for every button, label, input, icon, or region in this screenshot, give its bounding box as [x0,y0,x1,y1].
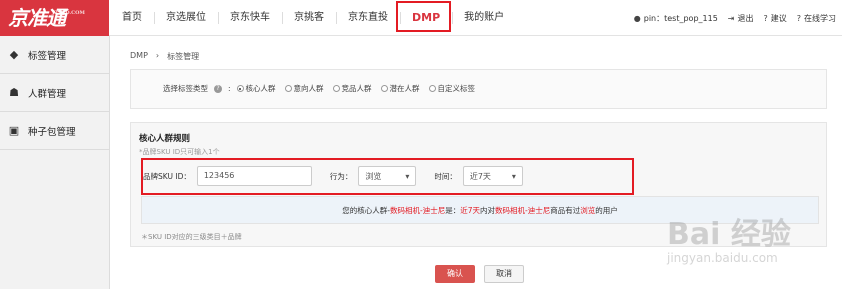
radio-label: 核心人群 [245,84,276,93]
user-info: ● pin：test_pop_115 [634,13,718,24]
logout-icon: ⇥ [727,13,735,23]
users-icon: ☗ [9,86,19,99]
briefcase-icon: ▣ [8,124,20,137]
tag-type-label: 选择标签类型 [163,84,208,93]
desc-text: 内对 [480,206,495,215]
radio-label: 自定义标签 [437,84,476,93]
desc-highlight: 近7天 [460,206,480,215]
radio-core[interactable]: 核心人群 [236,83,276,94]
desc-text: 您的核心人群- [342,206,390,215]
help-icon[interactable]: ? [214,84,222,93]
breadcrumb: DMP › 标签管理 [130,51,199,62]
radio-dot [236,85,244,92]
sidebar-item-label: 种子包管理 [28,126,76,138]
suggest-link[interactable]: ? 建议 [764,13,787,24]
confirm-button[interactable]: 确认 [435,265,475,283]
radio-dot [428,85,436,92]
radio-competitor[interactable]: 竞品人群 [332,83,372,94]
user-area: ● pin：test_pop_115 ⇥ 退出 ? 建议 ? 在线学习 [634,0,836,36]
desc-text: 是： [445,206,461,215]
radio-potential[interactable]: 潜在人群 [380,83,420,94]
main-nav: 首页 京选展位 京东快车 京挑客 京东直投 DMP 我的账户 [110,0,516,36]
nav-zhitou[interactable]: 京东直投 [336,0,400,36]
help-icon: ? [763,13,768,23]
radio-dot [332,85,340,92]
learn-label: 在线学习 [804,13,836,23]
sku-note: ＊SKU ID对应的三级类目＋品牌 [141,233,242,241]
desc-highlight: 浏览 [580,206,596,215]
radio-label: 意向人群 [293,84,324,93]
rule-title: 核心人群规则 [139,134,191,144]
radio-label: 潜在人群 [389,84,420,93]
user-pin: pin：test_pop_115 [643,13,718,23]
dmp-highlight-box [396,1,451,32]
breadcrumb-root[interactable]: DMP [130,51,148,62]
breadcrumb-separator: › [155,51,160,60]
nav-jingxuan[interactable]: 京选展位 [154,0,218,36]
radio-custom[interactable]: 自定义标签 [428,83,476,94]
radio-intent[interactable]: 意向人群 [284,83,324,94]
sidebar-item-tags[interactable]: ◆ 标签管理 [0,36,109,74]
nav-kuaiche[interactable]: 京东快车 [218,0,282,36]
tag-type-row: 选择标签类型 ? : 核心人群 意向人群 竞品人群 潜在人群 自定义标签 [163,83,478,94]
nav-jingtiaoke[interactable]: 京挑客 [282,0,336,36]
nav-account[interactable]: 我的账户 [452,0,516,36]
cancel-button[interactable]: 取消 [484,265,524,283]
sidebar-item-label: 标签管理 [28,50,67,62]
desc-highlight: 数码相机-迪士尼 [495,206,551,215]
sidebar: ◆ 标签管理 ☗ 人群管理 ▣ 种子包管理 [0,36,110,289]
suggest-label: 建议 [770,13,787,23]
rule-highlight-box [141,158,634,195]
breadcrumb-current: 标签管理 [167,52,200,61]
desc-text: 的用户 [595,206,618,215]
radio-dot [284,85,292,92]
logout-label: 退出 [737,13,754,23]
sidebar-item-audience[interactable]: ☗ 人群管理 [0,74,109,112]
learn-link[interactable]: ? 在线学习 [797,13,836,24]
desc-highlight: 数码相机-迪士尼 [390,206,446,215]
user-icon: ● [633,13,641,23]
logo[interactable]: 京准通 JZT.JD.COM [0,0,109,36]
radio-dot [380,85,388,92]
help-circle-icon: ? [796,13,801,23]
sku-hint: *品牌SKU ID只可输入1个 [139,148,220,156]
rule-description: 您的核心人群-数码相机-迪士尼是：近7天内对数码相机-迪士尼商品有过浏览的用户 [141,196,819,224]
sidebar-item-seed[interactable]: ▣ 种子包管理 [0,112,109,150]
logo-subtext: JZT.JD.COM [52,10,85,16]
desc-text: 商品有过 [550,206,581,215]
tag-icon: ◆ [9,48,19,61]
nav-home[interactable]: 首页 [110,0,154,36]
tag-type-panel: 选择标签类型 ? : 核心人群 意向人群 竞品人群 潜在人群 自定义标签 [130,69,827,109]
radio-label: 竞品人群 [341,84,372,93]
logout-link[interactable]: ⇥ 退出 [728,13,754,24]
sidebar-item-label: 人群管理 [28,88,67,100]
colon: : [228,84,231,93]
